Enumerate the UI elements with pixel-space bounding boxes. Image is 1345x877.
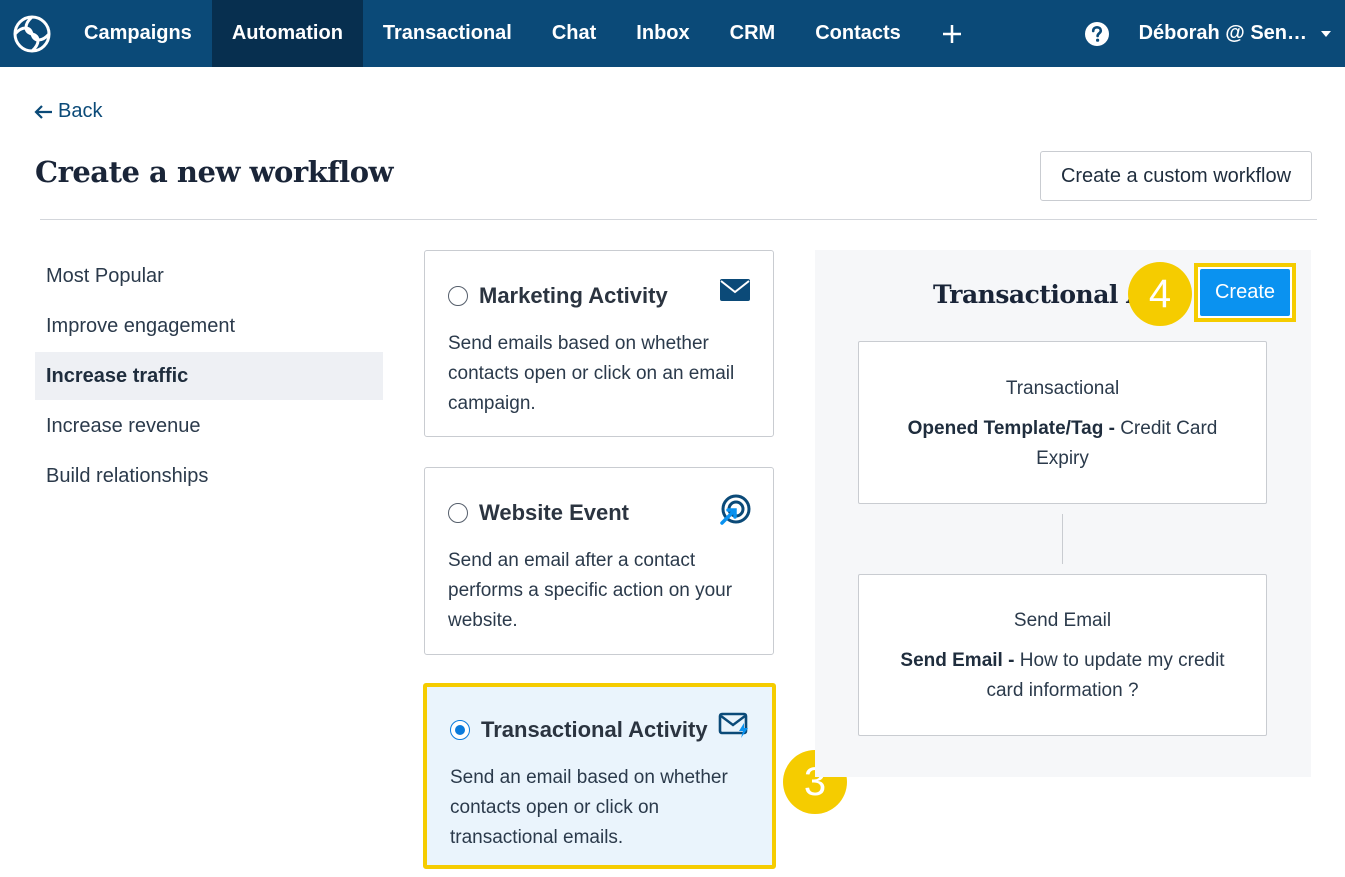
card-description: Send an email after a contact performs a… xyxy=(448,550,733,631)
card-header: Marketing Activity xyxy=(448,279,751,309)
arrow-left-icon xyxy=(34,104,52,119)
help-icon[interactable] xyxy=(1067,0,1127,67)
step-detail: Opened Template/Tag - Credit Card Expiry xyxy=(859,414,1266,474)
nav-campaigns[interactable]: Campaigns xyxy=(64,0,212,67)
envelope-icon xyxy=(719,277,751,308)
workflow-card-marketing-activity[interactable]: Marketing Activity Send emails based on … xyxy=(424,250,774,437)
card-header: Website Event xyxy=(448,494,751,526)
header-divider xyxy=(40,219,1317,220)
radio-website-event[interactable] xyxy=(448,503,468,523)
step-detail-text: How to update my credit card information… xyxy=(986,650,1225,701)
envelope-bolt-icon xyxy=(718,711,752,744)
step-connector xyxy=(1062,514,1063,564)
category-improve-engagement[interactable]: Improve engagement xyxy=(35,302,383,350)
nav-contacts[interactable]: Contacts xyxy=(795,0,921,67)
card-title: Marketing Activity xyxy=(479,283,668,308)
step-badge-4: 4 xyxy=(1128,262,1192,326)
step-label: Send Email xyxy=(1013,610,1112,631)
category-increase-revenue[interactable]: Increase revenue xyxy=(35,402,383,450)
page-title: Create a new workflow xyxy=(35,155,394,189)
top-navigation: Campaigns Automation Transactional Chat … xyxy=(0,0,1345,67)
radio-transactional-activity[interactable] xyxy=(450,720,470,740)
workflow-preview-panel: Transactional Activity Transactional Ope… xyxy=(815,250,1311,777)
category-most-popular[interactable]: Most Popular xyxy=(35,252,383,300)
caret-down-icon xyxy=(1321,30,1331,37)
step-detail-bold: Opened Template/Tag - xyxy=(907,418,1115,439)
category-build-relationships[interactable]: Build relationships xyxy=(35,452,383,500)
user-menu-label: Déborah @ Sen… xyxy=(1138,22,1307,44)
radio-marketing-activity[interactable] xyxy=(448,286,468,306)
nav-crm[interactable]: CRM xyxy=(710,0,796,67)
card-description: Send an email based on whether contacts … xyxy=(450,767,728,848)
step-detail-bold: Send Email - xyxy=(900,650,1015,671)
nav-chat[interactable]: Chat xyxy=(532,0,616,67)
workflow-card-website-event[interactable]: Website Event Send an email after a cont… xyxy=(424,467,774,655)
card-header: Transactional Activity xyxy=(450,712,752,743)
create-button[interactable]: Create xyxy=(1200,269,1290,316)
preview-title: Transactional Activity xyxy=(933,280,1138,309)
back-label: Back xyxy=(58,100,103,122)
back-link[interactable]: Back xyxy=(34,100,102,123)
category-list: Most Popular Improve engagement Increase… xyxy=(35,252,383,502)
plus-icon[interactable] xyxy=(921,0,983,67)
workflow-card-transactional-activity[interactable]: Transactional Activity Send an email bas… xyxy=(423,683,776,869)
card-description: Send emails based on whether contacts op… xyxy=(448,333,735,414)
step-label: Transactional xyxy=(1005,378,1120,399)
user-menu[interactable]: Déborah @ Sen… xyxy=(1127,0,1345,67)
create-button-highlight: Create xyxy=(1194,263,1296,322)
nav-automation[interactable]: Automation xyxy=(211,0,363,67)
card-title: Transactional Activity xyxy=(481,717,708,742)
preview-step-trigger: Transactional Opened Template/Tag - Cred… xyxy=(858,341,1267,504)
create-custom-workflow-button[interactable]: Create a custom workflow xyxy=(1040,151,1312,201)
category-increase-traffic[interactable]: Increase traffic xyxy=(35,352,383,400)
nav-inbox[interactable]: Inbox xyxy=(616,0,709,67)
target-cursor-icon xyxy=(719,494,751,531)
brand-logo-icon[interactable] xyxy=(0,0,64,67)
step-detail: Send Email - How to update my credit car… xyxy=(859,646,1266,706)
card-title: Website Event xyxy=(479,500,629,525)
nav-transactional[interactable]: Transactional xyxy=(363,0,532,67)
preview-step-action: Send Email Send Email - How to update my… xyxy=(858,574,1267,736)
